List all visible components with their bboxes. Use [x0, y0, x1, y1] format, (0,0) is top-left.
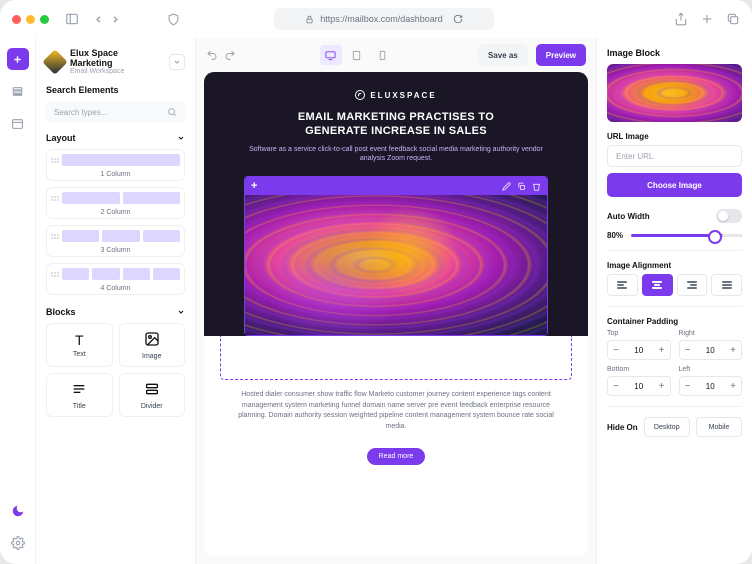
layout-section-header[interactable]: Layout — [46, 133, 185, 143]
block-image[interactable]: Image — [119, 323, 186, 367]
url-text: https://mailbox.com/dashboard — [320, 14, 443, 24]
url-input[interactable]: Enter URL — [607, 145, 742, 167]
readmore-button[interactable]: Read more — [367, 448, 426, 465]
add-icon[interactable]: + — [251, 180, 257, 192]
chevron-down-icon — [177, 308, 185, 316]
block-title[interactable]: Title — [46, 373, 113, 417]
workspace-subtitle: Email Workspace — [70, 68, 163, 75]
left-panel: Elux Space Marketing Email Workspace Sea… — [36, 38, 196, 564]
align-justify[interactable] — [711, 274, 742, 296]
blocks-section-header[interactable]: Blocks — [46, 307, 185, 317]
reload-icon[interactable] — [453, 14, 463, 24]
padding-left-stepper[interactable]: −10+ — [679, 376, 743, 396]
hide-mobile[interactable]: Mobile — [696, 417, 742, 437]
nav-forward-icon[interactable] — [110, 14, 121, 25]
padding-right-stepper[interactable]: −10+ — [679, 340, 743, 360]
alignment-label: Image Alignment — [607, 261, 742, 270]
padding-bottom-stepper[interactable]: −10+ — [607, 376, 671, 396]
selected-image-block[interactable]: + — [244, 176, 548, 336]
tabs-icon[interactable] — [726, 12, 740, 26]
theme-icon[interactable] — [7, 500, 29, 522]
email-canvas: ELUXSPACE EMAIL MARKETING PRACTISES TOGE… — [204, 72, 588, 556]
hide-on-label: Hide On — [607, 423, 638, 432]
layout-3-column[interactable]: 3 Column — [46, 225, 185, 257]
share-icon[interactable] — [674, 12, 688, 26]
window-minimize[interactable] — [26, 15, 35, 24]
sidebar-toggle-icon[interactable] — [65, 12, 79, 26]
settings-icon[interactable] — [7, 532, 29, 554]
padding-top-stepper[interactable]: −10+ — [607, 340, 671, 360]
layout-1-column[interactable]: 1 Column — [46, 149, 185, 181]
workspace-collapse[interactable] — [169, 54, 185, 70]
device-desktop[interactable] — [320, 45, 342, 65]
undo-icon[interactable] — [206, 49, 218, 61]
align-right[interactable] — [677, 274, 708, 296]
width-slider[interactable] — [631, 234, 742, 237]
delete-icon[interactable] — [532, 182, 541, 191]
window-close[interactable] — [12, 15, 21, 24]
block-divider[interactable]: Divider — [119, 373, 186, 417]
chevron-down-icon — [177, 134, 185, 142]
auto-width-label: Auto Width — [607, 212, 650, 221]
image-thumbnail[interactable] — [607, 64, 742, 122]
brand-text: ELUXSPACE — [370, 91, 436, 100]
layout-4-column[interactable]: 4 Column — [46, 263, 185, 295]
shield-icon[interactable] — [167, 13, 180, 26]
search-icon — [167, 107, 177, 117]
lock-icon — [305, 15, 314, 24]
redo-icon[interactable] — [224, 49, 236, 61]
hero-image — [245, 195, 547, 335]
align-left[interactable] — [607, 274, 638, 296]
url-bar[interactable]: https://mailbox.com/dashboard — [274, 8, 494, 30]
align-center[interactable] — [642, 274, 673, 296]
center-canvas-area: Save as Preview ELUXSPACE EMAIL MARKETIN… — [196, 38, 596, 564]
hide-desktop[interactable]: Desktop — [644, 417, 690, 437]
nav-rail — [0, 38, 36, 564]
preview-button[interactable]: Preview — [536, 44, 586, 66]
copy-icon[interactable] — [517, 182, 526, 191]
body-paragraph: Hosted dialer consumer show traffic flow… — [238, 390, 554, 432]
brand-icon — [355, 90, 365, 100]
right-panel: Image Block URL Image Enter URL Choose I… — [596, 38, 752, 564]
workspace-logo — [42, 49, 67, 74]
window-maximize[interactable] — [40, 15, 49, 24]
padding-label: Container Padding — [607, 317, 742, 326]
layout-2-column[interactable]: 2 Column — [46, 187, 185, 219]
url-image-label: URL Image — [607, 132, 742, 141]
block-type-label: Image Block — [607, 48, 742, 58]
nav-back-icon[interactable] — [93, 14, 104, 25]
workspace-title: Elux Space Marketing — [70, 48, 163, 68]
save-button[interactable]: Save as — [478, 44, 528, 66]
choose-image-button[interactable]: Choose Image — [607, 173, 742, 197]
search-input[interactable]: Search types... — [46, 101, 185, 123]
titlebar: https://mailbox.com/dashboard — [0, 0, 752, 38]
block-text[interactable]: TText — [46, 323, 113, 367]
rail-calendar-icon[interactable] — [7, 112, 29, 134]
hero-subtext: Software as a service click-to-call post… — [228, 145, 564, 165]
auto-width-toggle[interactable] — [716, 209, 742, 223]
rail-stack-icon[interactable] — [7, 80, 29, 102]
width-value: 80% — [607, 231, 623, 240]
hero-headline: EMAIL MARKETING PRACTISES TOGENERATE INC… — [228, 110, 564, 139]
search-label: Search Elements — [46, 85, 185, 95]
edit-icon[interactable] — [502, 182, 511, 191]
new-tab-icon[interactable] — [700, 12, 714, 26]
rail-add[interactable] — [7, 48, 29, 70]
drop-zone[interactable] — [220, 336, 572, 380]
hero-section: ELUXSPACE EMAIL MARKETING PRACTISES TOGE… — [204, 72, 588, 336]
device-mobile[interactable] — [372, 45, 394, 65]
device-tablet[interactable] — [346, 45, 368, 65]
